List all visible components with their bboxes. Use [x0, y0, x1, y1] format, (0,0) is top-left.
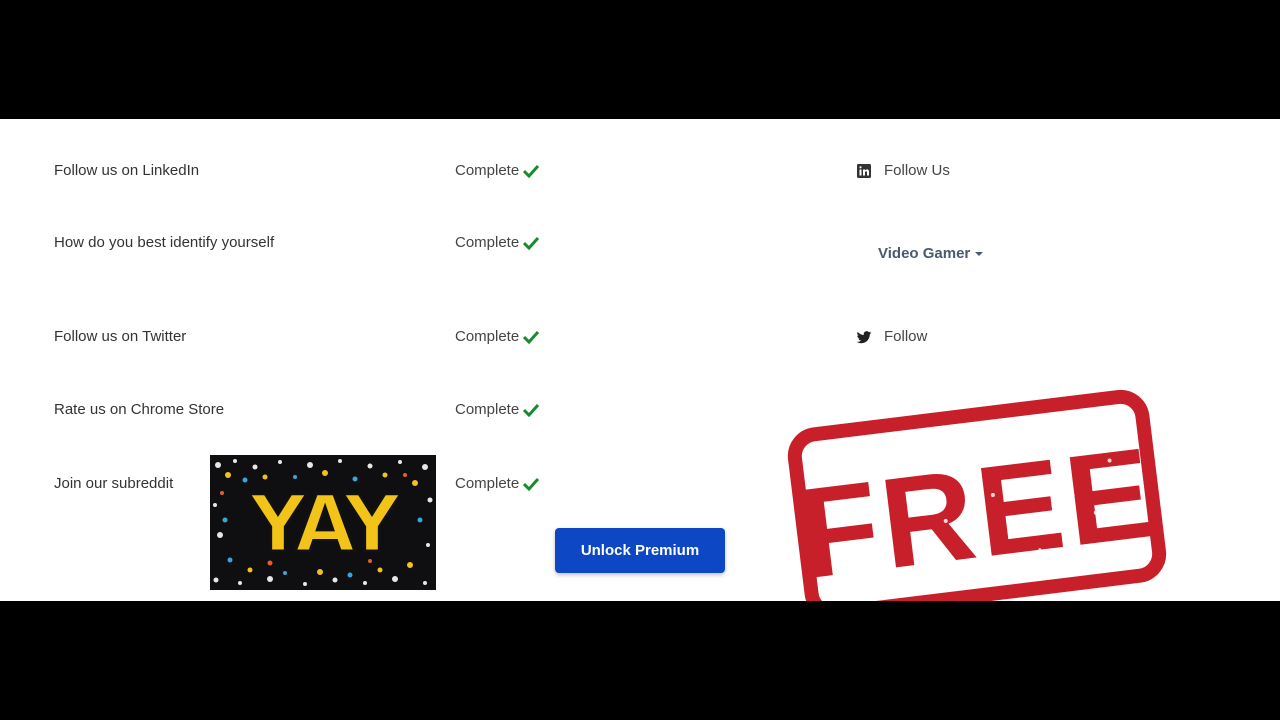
- follow-linkedin-button[interactable]: Follow Us: [856, 162, 950, 179]
- status-complete: Complete: [455, 475, 540, 492]
- follow-label: Follow: [884, 328, 928, 345]
- checkmark-icon: [523, 236, 540, 250]
- task-label-identity: How do you best identify yourself: [54, 234, 275, 251]
- status-text: Complete: [455, 475, 520, 492]
- follow-twitter-button[interactable]: Follow: [856, 328, 927, 345]
- unlock-premium-button[interactable]: Unlock Premium: [555, 528, 725, 573]
- checkmark-icon: [523, 330, 540, 344]
- free-stamp-image: FREE: [783, 385, 1170, 601]
- task-label-linkedin: Follow us on LinkedIn: [54, 162, 200, 179]
- status-complete: Complete: [455, 234, 540, 251]
- status-complete: Complete: [455, 162, 540, 179]
- task-label-chrome-store: Rate us on Chrome Store: [54, 401, 225, 418]
- caret-down-icon: [975, 251, 984, 256]
- linkedin-icon: [857, 163, 871, 178]
- yay-text: YAY: [249, 480, 402, 570]
- yay-sticker-image: YAY: [210, 455, 436, 590]
- checkmark-icon: [523, 477, 540, 491]
- status-text: Complete: [455, 328, 520, 345]
- checkmark-icon: [523, 164, 540, 178]
- status-complete: Complete: [455, 328, 540, 345]
- identity-dropdown-value: Video Gamer: [878, 245, 971, 262]
- follow-us-label: Follow Us: [884, 162, 950, 179]
- identity-dropdown[interactable]: Video Gamer: [878, 245, 984, 262]
- status-text: Complete: [455, 234, 520, 251]
- onboarding-panel: Follow us on LinkedIn Complete Follow Us…: [0, 119, 1280, 601]
- task-label-subreddit: Join our subreddit: [54, 475, 174, 492]
- twitter-icon: [856, 330, 872, 343]
- checkmark-icon: [523, 403, 540, 417]
- status-text: Complete: [455, 162, 520, 179]
- status-text: Complete: [455, 401, 520, 418]
- status-complete: Complete: [455, 401, 540, 418]
- task-label-twitter: Follow us on Twitter: [54, 328, 187, 345]
